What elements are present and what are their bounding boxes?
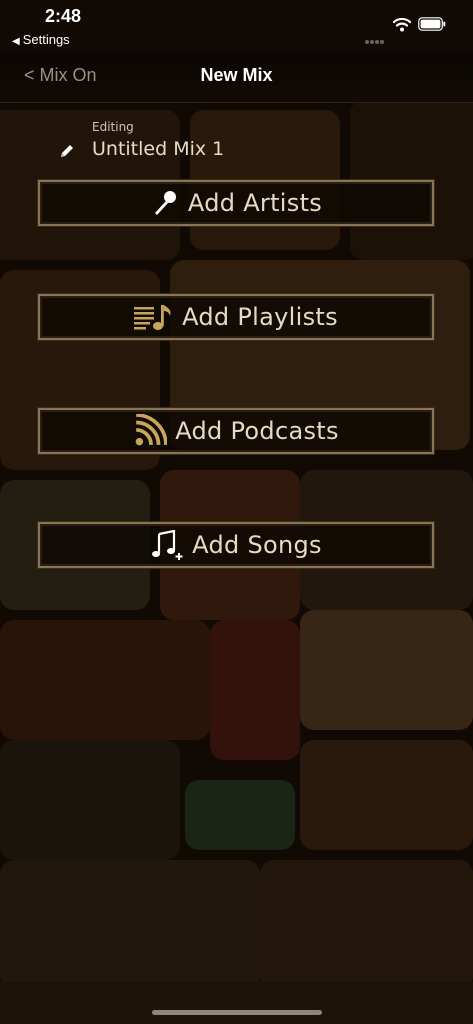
add-artists-label: Add Artists (187, 189, 323, 217)
status-bar: 2:48 ◀ Settings (0, 0, 473, 52)
add-podcasts-button[interactable]: Add Podcasts (38, 408, 434, 454)
battery-icon (418, 17, 446, 31)
editing-label: Editing (92, 120, 134, 134)
home-indicator[interactable] (152, 1010, 322, 1015)
wifi-icon (393, 17, 411, 32)
navigation-bar: < Mix On New Mix (0, 52, 473, 103)
add-playlists-label: Add Playlists (182, 303, 338, 331)
podcast-icon (135, 414, 168, 446)
page-title: New Mix (200, 65, 273, 85)
bottom-strip (0, 982, 473, 1024)
mix-editor: Editing Untitled Mix 1 Add Artists Add P… (0, 102, 473, 982)
back-to-app-link[interactable]: ◀ Settings (12, 32, 70, 47)
add-songs-button[interactable]: Add Songs (38, 522, 434, 568)
add-song-icon (152, 530, 183, 560)
back-triangle-icon: ◀ (12, 36, 20, 47)
pencil-icon[interactable] (58, 142, 76, 160)
back-app-label: Settings (22, 32, 70, 47)
add-playlists-button[interactable]: Add Playlists (38, 294, 434, 340)
add-songs-label: Add Songs (192, 531, 322, 559)
status-time: 2:48 (45, 6, 82, 26)
add-artists-button[interactable]: Add Artists (38, 180, 434, 226)
signal-dots-icon (365, 29, 385, 48)
playlist-icon (134, 305, 171, 330)
microphone-icon (154, 191, 176, 215)
add-podcasts-label: Add Podcasts (175, 417, 339, 445)
mix-name-field[interactable]: Untitled Mix 1 (92, 138, 224, 160)
